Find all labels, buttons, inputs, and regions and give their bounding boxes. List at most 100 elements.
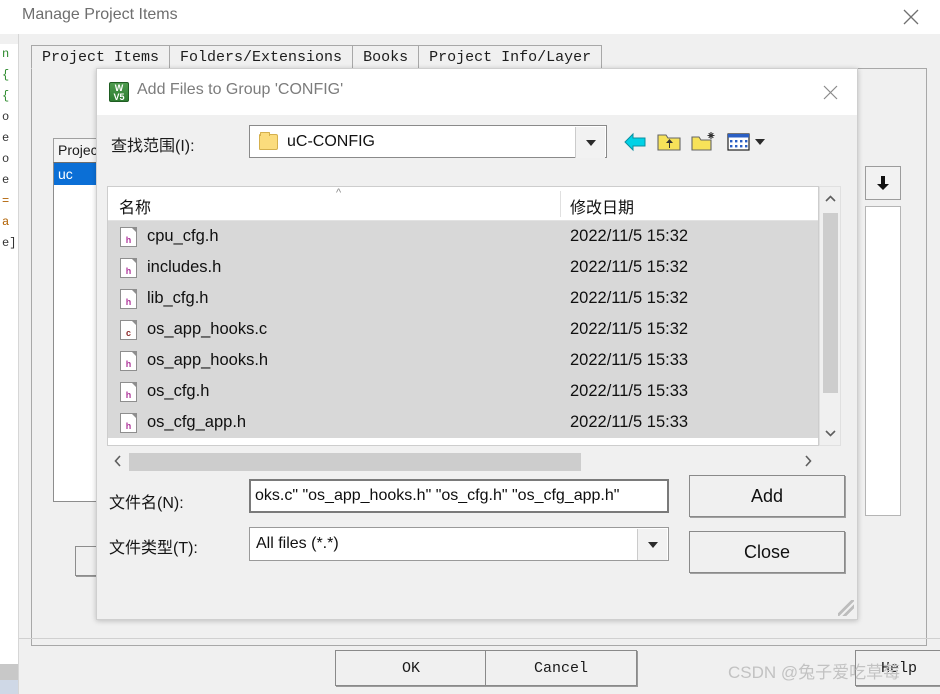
file-name: cpu_cfg.h	[147, 227, 219, 245]
code-line: {	[2, 89, 10, 103]
new-folder-icon	[691, 132, 715, 151]
back-icon	[624, 132, 646, 152]
file-icon-badge: h	[125, 358, 132, 369]
column-header-date[interactable]: 修改日期	[570, 194, 634, 218]
view-mode-button[interactable]	[727, 127, 765, 157]
file-h-icon: h	[120, 350, 137, 371]
file-name: os_cfg_app.h	[147, 413, 247, 431]
ok-button[interactable]: OK	[335, 650, 487, 686]
tab-project-info-layer[interactable]: Project Info/Layer	[418, 45, 603, 69]
file-c-icon: c	[120, 319, 137, 340]
file-h-icon: h	[120, 257, 137, 278]
file-type-dropdown-button[interactable]	[637, 529, 667, 560]
file-h-icon: h	[120, 381, 137, 402]
add-button[interactable]: Add	[689, 475, 845, 517]
file-icon-badge: h	[125, 234, 132, 245]
file-name: os_app_hooks.c	[147, 320, 268, 338]
file-list-vertical-scrollbar[interactable]	[819, 186, 841, 446]
right-side-panel	[865, 206, 901, 516]
uvision-app-icon: W V5	[109, 82, 129, 102]
main-window-titlebar: Manage Project Items	[0, 0, 940, 34]
file-date: 2022/11/5 15:33	[570, 382, 689, 400]
code-line: e	[2, 131, 10, 145]
file-name-input[interactable]	[249, 479, 669, 513]
chevron-down-icon	[585, 139, 596, 146]
help-button[interactable]: Help	[855, 650, 940, 686]
file-date: 2022/11/5 15:33	[570, 413, 689, 431]
code-line: e	[2, 173, 10, 187]
file-date: 2022/11/5 15:32	[570, 320, 689, 338]
add-files-dialog: W V5 Add Files to Group 'CONFIG' 查找范围(I)…	[96, 68, 858, 620]
close-button[interactable]: Close	[689, 531, 845, 573]
back-button[interactable]	[623, 127, 647, 157]
up-folder-icon	[657, 134, 681, 151]
look-in-dropdown-button[interactable]	[575, 127, 605, 158]
table-row[interactable]: h cpu_cfg.h 2022/11/5 15:32	[108, 221, 818, 252]
background-code-editor: n { { o e o e = a e]	[0, 44, 18, 664]
background-editor-statusbar	[0, 680, 18, 694]
table-row[interactable]: h lib_cfg.h 2022/11/5 15:32	[108, 283, 818, 314]
file-list-horizontal-scrollbar[interactable]	[107, 448, 819, 474]
scroll-up-button[interactable]	[820, 189, 840, 209]
tab-books[interactable]: Books	[352, 45, 420, 69]
scrollbar-thumb[interactable]	[823, 213, 838, 393]
dialog-close-button[interactable]	[807, 69, 853, 115]
tab-project-items[interactable]: Project Items	[31, 45, 171, 69]
dialog-titlebar: W V5 Add Files to Group 'CONFIG'	[97, 69, 857, 115]
table-row[interactable]: h includes.h 2022/11/5 15:32	[108, 252, 818, 283]
view-mode-icon	[727, 133, 750, 151]
column-divider	[560, 191, 561, 217]
sort-ascending-icon: ^	[336, 187, 342, 199]
file-icon-badge: h	[125, 420, 132, 431]
look-in-value: uC-CONFIG	[287, 132, 375, 150]
code-line: o	[2, 110, 10, 124]
move-down-icon	[877, 176, 889, 190]
divider	[19, 638, 940, 639]
scroll-down-button[interactable]	[820, 423, 840, 443]
chevron-down-icon	[824, 430, 836, 437]
code-line: a	[2, 215, 10, 229]
file-h-icon: h	[120, 226, 137, 247]
file-date: 2022/11/5 15:32	[570, 289, 689, 307]
file-list-header: ^ 名称 修改日期	[108, 187, 818, 221]
table-row[interactable]: h os_cfg.h 2022/11/5 15:33	[108, 376, 818, 407]
file-type-label: 文件类型(T):	[109, 540, 198, 557]
code-line: =	[2, 194, 10, 208]
tab-folders-extensions[interactable]: Folders/Extensions	[169, 45, 354, 69]
code-line: {	[2, 68, 10, 82]
chevron-down-icon	[755, 139, 765, 145]
look-in-combobox[interactable]: uC-CONFIG	[249, 125, 607, 158]
file-type-select[interactable]: All files (*.*)	[249, 527, 669, 561]
file-icon-badge: c	[125, 327, 131, 338]
tabstrip: Project Items Folders/Extensions Books P…	[31, 45, 603, 69]
code-line: n	[2, 47, 10, 61]
chevron-up-icon	[824, 195, 836, 202]
cancel-button[interactable]: Cancel	[485, 650, 637, 686]
table-row[interactable]: h os_app_hooks.h 2022/11/5 15:33	[108, 345, 818, 376]
file-h-icon: h	[120, 412, 137, 433]
code-line: e]	[2, 236, 17, 250]
new-folder-button[interactable]	[691, 127, 717, 157]
background-editor-scrollbar[interactable]	[0, 664, 18, 680]
file-name: os_app_hooks.h	[147, 351, 269, 369]
close-icon	[903, 9, 919, 25]
file-date: 2022/11/5 15:32	[570, 258, 689, 276]
file-date: 2022/11/5 15:32	[570, 227, 689, 245]
table-row[interactable]: h os_cfg_app.h 2022/11/5 15:33	[108, 407, 818, 438]
scroll-left-button[interactable]	[109, 451, 127, 471]
scroll-right-button[interactable]	[799, 451, 817, 471]
file-list[interactable]: ^ 名称 修改日期 h cpu_cfg.h 2022/11/5 15:32 h	[107, 186, 819, 446]
resize-grip-icon[interactable]	[838, 600, 854, 616]
column-header-name[interactable]: 名称	[119, 194, 151, 218]
file-type-value: All files (*.*)	[256, 535, 339, 552]
chevron-right-icon	[805, 455, 812, 467]
chevron-down-icon	[647, 541, 658, 548]
main-window-close-button[interactable]	[888, 0, 934, 34]
dialog-title: Add Files to Group 'CONFIG'	[137, 81, 344, 98]
scrollbar-thumb[interactable]	[129, 453, 581, 471]
table-row[interactable]: c os_app_hooks.c 2022/11/5 15:32	[108, 314, 818, 345]
move-down-button[interactable]	[865, 166, 901, 200]
folder-icon	[259, 131, 278, 150]
up-one-level-button[interactable]	[657, 127, 681, 157]
screen: n { { o e o e = a e] Manage Project Item…	[0, 0, 940, 694]
